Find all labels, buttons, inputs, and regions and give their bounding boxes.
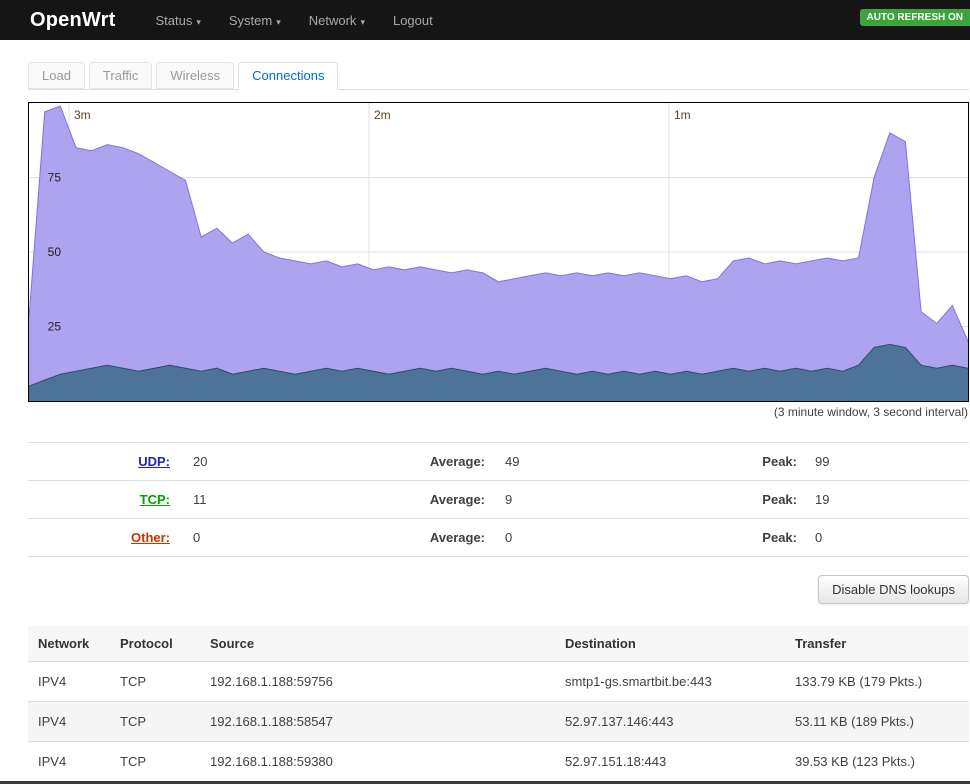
nav-item-network[interactable]: Network▾ — [309, 13, 365, 28]
chevron-down-icon: ▾ — [196, 17, 201, 27]
chevron-down-icon: ▾ — [276, 17, 281, 27]
tcp-average-label: Average: — [343, 492, 485, 507]
other-peak-label: Peak: — [655, 530, 797, 545]
stats-legend: UDP: 20 Average: 49 Peak: 99 TCP: 11 Ave… — [28, 442, 969, 557]
other-current-value: 0 — [170, 530, 343, 545]
udp-legend-label: UDP: — [28, 454, 170, 469]
cell-network: IPV4 — [28, 662, 110, 702]
chevron-down-icon: ▾ — [360, 17, 365, 27]
svg-text:3m: 3m — [74, 108, 91, 122]
brand-logo: OpenWrt — [30, 9, 115, 32]
col-header-source: Source — [200, 626, 555, 662]
cell-network: IPV4 — [28, 742, 110, 782]
other-peak-value: 0 — [797, 530, 969, 545]
svg-text:25: 25 — [48, 320, 62, 334]
tcp-average-value: 9 — [485, 492, 655, 507]
table-row: IPV4 TCP 192.168.1.188:59380 52.97.151.1… — [28, 742, 969, 782]
chart-caption: (3 minute window, 3 second interval) — [28, 402, 969, 422]
udp-peak-label: Peak: — [655, 454, 797, 469]
cell-protocol: TCP — [110, 702, 200, 742]
cell-destination: 52.97.137.146:443 — [555, 702, 785, 742]
cell-destination: smtp1-gs.smartbit.be:443 — [555, 662, 785, 702]
other-average-label: Average: — [343, 530, 485, 545]
udp-current-value: 20 — [170, 454, 343, 469]
table-row: IPV4 TCP 192.168.1.188:59756 smtp1-gs.sm… — [28, 662, 969, 702]
tab-wireless[interactable]: Wireless — [156, 62, 234, 89]
tab-traffic[interactable]: Traffic — [89, 62, 152, 89]
cell-source: 192.168.1.188:58547 — [200, 702, 555, 742]
stat-row-udp: UDP: 20 Average: 49 Peak: 99 — [28, 443, 969, 481]
auto-refresh-badge[interactable]: AUTO REFRESH ON — [860, 9, 970, 26]
cell-transfer: 133.79 KB (179 Pkts.) — [785, 662, 969, 702]
connections-chart-svg: 25 50 75 3m 2m 1m — [29, 103, 968, 401]
svg-text:2m: 2m — [374, 108, 391, 122]
connections-table: Network Protocol Source Destination Tran… — [28, 626, 969, 781]
tab-load[interactable]: Load — [28, 62, 85, 89]
main-content: Load Traffic Wireless Connections 25 50 75… — [28, 40, 969, 781]
svg-text:50: 50 — [48, 245, 62, 259]
col-header-destination: Destination — [555, 626, 785, 662]
cell-source: 192.168.1.188:59380 — [200, 742, 555, 782]
disable-dns-lookups-button[interactable]: Disable DNS lookups — [818, 575, 969, 604]
other-legend-label: Other: — [28, 530, 170, 545]
cell-source: 192.168.1.188:59756 — [200, 662, 555, 702]
udp-peak-value: 99 — [797, 454, 969, 469]
table-row: IPV4 TCP 192.168.1.188:58547 52.97.137.1… — [28, 702, 969, 742]
udp-average-label: Average: — [343, 454, 485, 469]
udp-average-value: 49 — [485, 454, 655, 469]
nav-item-system[interactable]: System▾ — [229, 13, 281, 28]
cell-transfer: 53.11 KB (189 Pkts.) — [785, 702, 969, 742]
other-average-value: 0 — [485, 530, 655, 545]
top-navbar: OpenWrt Status▾ System▾ Network▾ Logout … — [0, 0, 970, 40]
tcp-peak-value: 19 — [797, 492, 969, 507]
cell-destination: 52.97.151.18:443 — [555, 742, 785, 782]
connections-chart: 25 50 75 3m 2m 1m — [28, 102, 969, 402]
table-header-row: Network Protocol Source Destination Tran… — [28, 626, 969, 662]
nav-item-logout[interactable]: Logout — [393, 13, 433, 28]
svg-text:1m: 1m — [674, 108, 691, 122]
col-header-protocol: Protocol — [110, 626, 200, 662]
cell-network: IPV4 — [28, 702, 110, 742]
col-header-network: Network — [28, 626, 110, 662]
cell-protocol: TCP — [110, 662, 200, 702]
cell-transfer: 39.53 KB (123 Pkts.) — [785, 742, 969, 782]
cell-protocol: TCP — [110, 742, 200, 782]
stat-row-other: Other: 0 Average: 0 Peak: 0 — [28, 519, 969, 557]
col-header-transfer: Transfer — [785, 626, 969, 662]
svg-text:75: 75 — [48, 171, 62, 185]
nav-item-status[interactable]: Status▾ — [155, 13, 200, 28]
dns-button-row: Disable DNS lookups — [28, 575, 969, 604]
tab-connections[interactable]: Connections — [238, 62, 338, 90]
tcp-peak-label: Peak: — [655, 492, 797, 507]
tcp-current-value: 11 — [170, 492, 343, 507]
tab-bar: Load Traffic Wireless Connections — [28, 40, 969, 90]
tcp-legend-label: TCP: — [28, 492, 170, 507]
stat-row-tcp: TCP: 11 Average: 9 Peak: 19 — [28, 481, 969, 519]
